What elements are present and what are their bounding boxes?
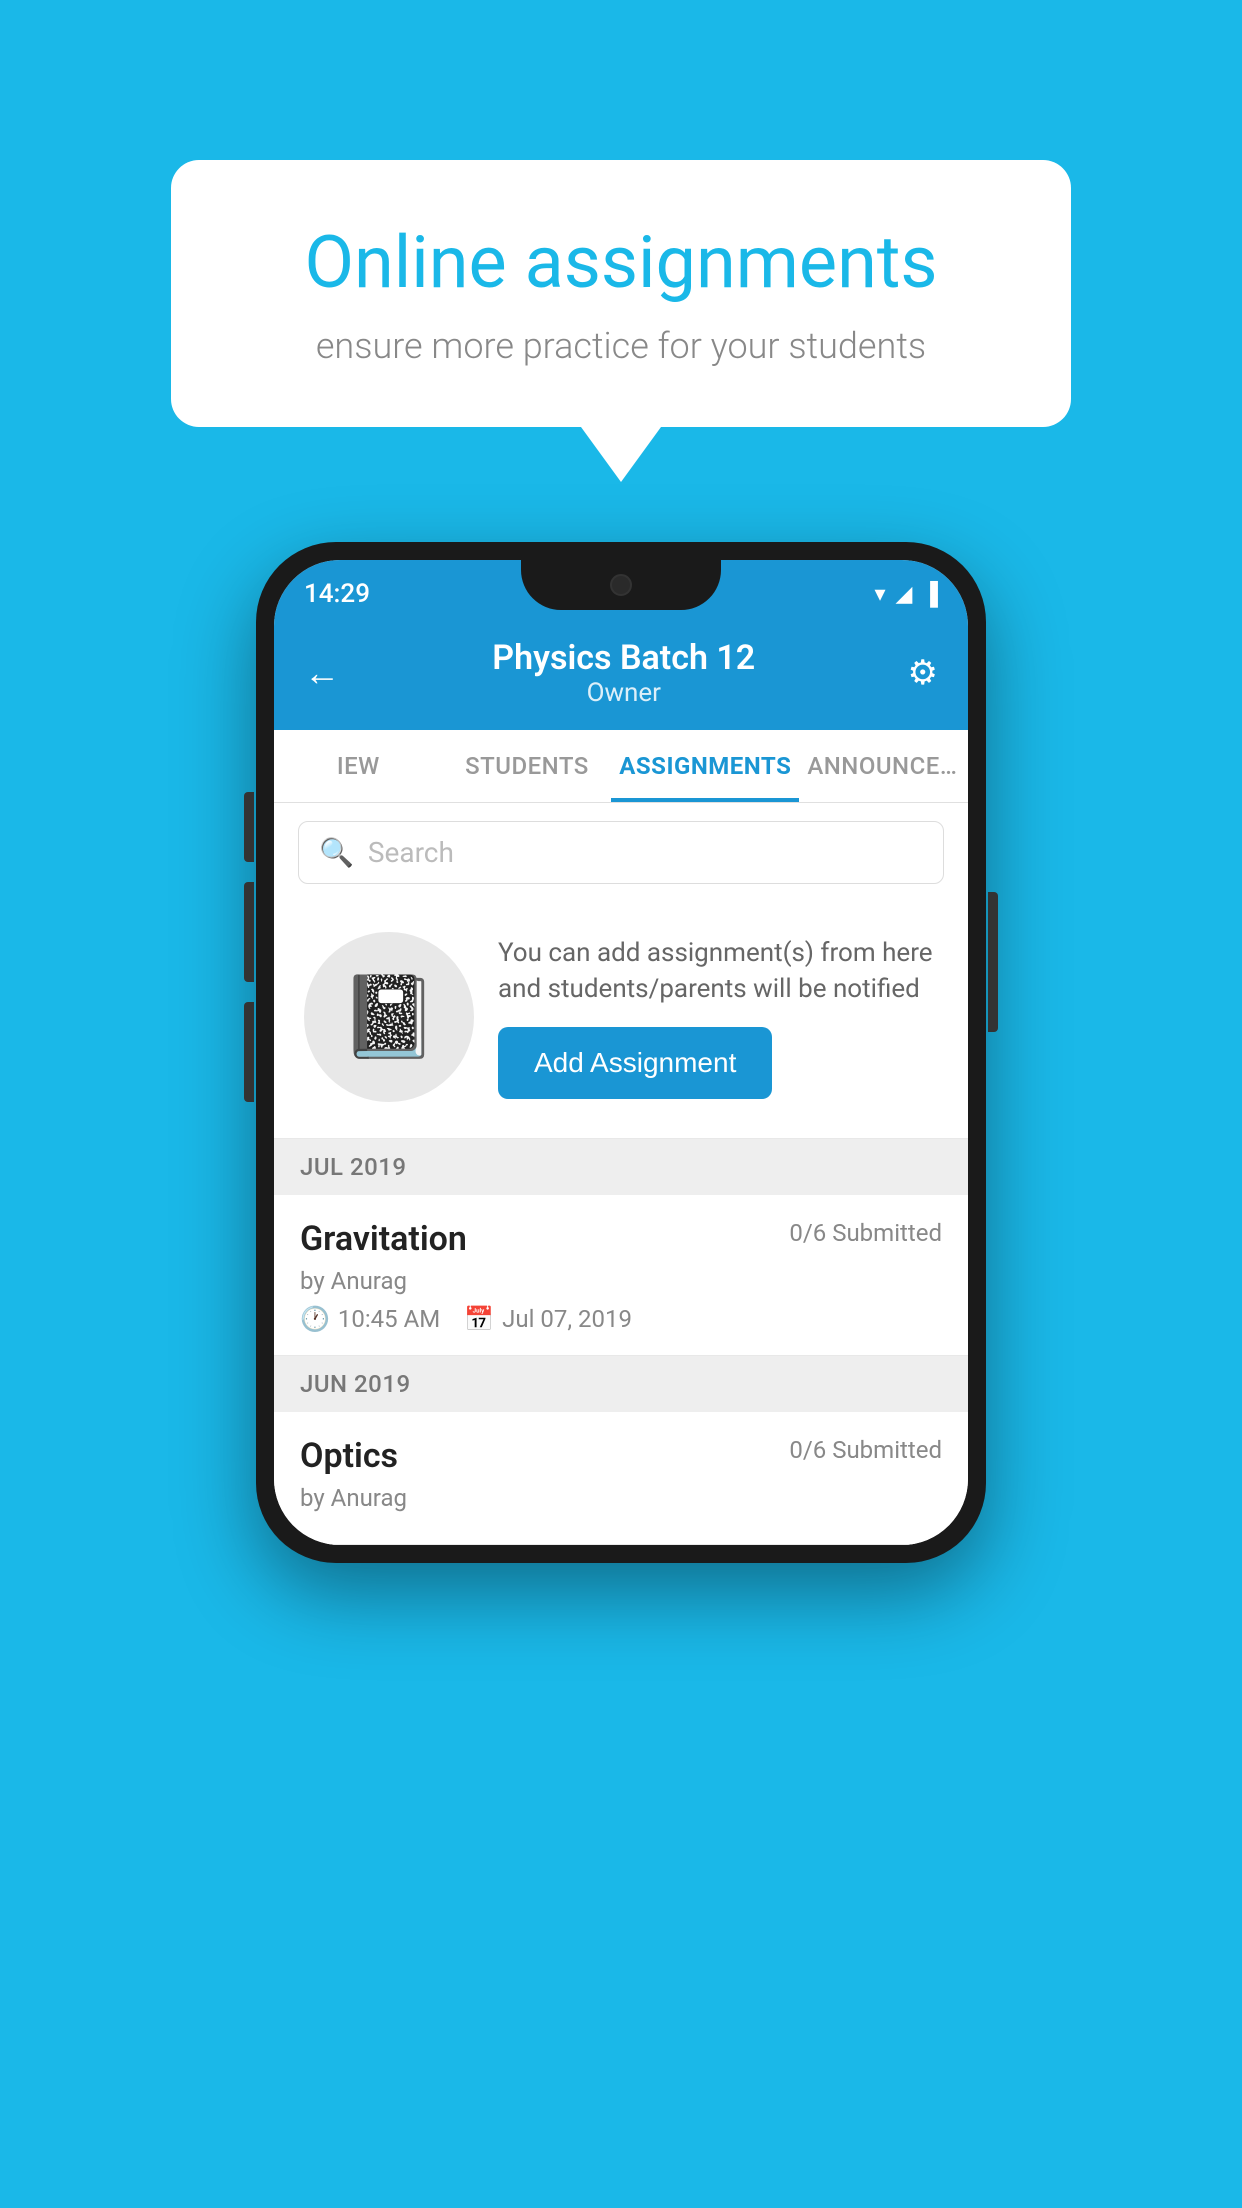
promo-icon-circle: 📓 <box>304 932 474 1102</box>
assignment-optics-submitted: 0/6 Submitted <box>789 1436 942 1464</box>
promo-content: You can add assignment(s) from here and … <box>498 935 938 1100</box>
tab-announcements[interactable]: ANNOUNCEM… <box>799 730 968 802</box>
silent-button <box>244 1002 254 1102</box>
speech-bubble-tail <box>581 427 661 482</box>
add-assignment-button[interactable]: Add Assignment <box>498 1027 772 1099</box>
app-header: ← Physics Batch 12 Owner ⚙ <box>274 620 968 730</box>
tabs-bar: IEW STUDENTS ASSIGNMENTS ANNOUNCEM… <box>274 730 968 803</box>
speech-bubble-subtitle: ensure more practice for your students <box>241 325 1001 367</box>
header-center: Physics Batch 12 Owner <box>492 638 755 708</box>
assignment-optics-name: Optics <box>300 1436 398 1476</box>
volume-up-button <box>244 792 254 862</box>
status-time: 14:29 <box>304 579 370 609</box>
phone-screen: 14:29 ▾ ◢ ▐ ← Physics Batch 12 Owner ⚙ <box>274 560 968 1545</box>
power-button <box>988 892 998 1032</box>
assignment-time: 🕐 10:45 AM <box>300 1305 440 1333</box>
phone-notch <box>521 560 721 610</box>
add-assignment-promo: 📓 You can add assignment(s) from here an… <box>274 902 968 1139</box>
assignment-optics[interactable]: Optics 0/6 Submitted by Anurag <box>274 1412 968 1545</box>
battery-icon: ▐ <box>922 581 938 607</box>
header-subtitle: Owner <box>492 678 755 708</box>
assignment-top: Gravitation 0/6 Submitted <box>300 1219 942 1259</box>
front-camera <box>610 574 632 596</box>
assignment-meta: 🕐 10:45 AM 📅 Jul 07, 2019 <box>300 1305 942 1333</box>
search-bar[interactable]: 🔍 Search <box>298 821 944 884</box>
tab-students[interactable]: STUDENTS <box>443 730 612 802</box>
assignment-name: Gravitation <box>300 1219 467 1259</box>
tab-assignments[interactable]: ASSIGNMENTS <box>611 730 799 802</box>
search-container: 🔍 Search <box>274 803 968 902</box>
calendar-icon: 📅 <box>464 1305 494 1333</box>
notebook-icon: 📓 <box>339 970 439 1064</box>
back-button[interactable]: ← <box>304 652 340 694</box>
clock-icon: 🕐 <box>300 1305 330 1333</box>
promo-text: You can add assignment(s) from here and … <box>498 935 938 1008</box>
phone-device: 14:29 ▾ ◢ ▐ ← Physics Batch 12 Owner ⚙ <box>256 542 986 1563</box>
phone-frame: 14:29 ▾ ◢ ▐ ← Physics Batch 12 Owner ⚙ <box>256 542 986 1563</box>
section-jul-2019: JUL 2019 <box>274 1139 968 1195</box>
speech-bubble: Online assignments ensure more practice … <box>171 160 1071 427</box>
search-icon: 🔍 <box>319 836 354 869</box>
speech-bubble-container: Online assignments ensure more practice … <box>171 160 1071 482</box>
settings-button[interactable]: ⚙ <box>908 653 938 693</box>
wifi-icon: ▾ <box>874 582 885 607</box>
speech-bubble-title: Online assignments <box>241 220 1001 305</box>
status-icons: ▾ ◢ ▐ <box>874 581 938 607</box>
header-title: Physics Batch 12 <box>492 638 755 678</box>
volume-down-button <box>244 882 254 982</box>
signal-icon: ◢ <box>895 582 912 607</box>
assignment-gravitation[interactable]: Gravitation 0/6 Submitted by Anurag 🕐 10… <box>274 1195 968 1356</box>
assignment-optics-top: Optics 0/6 Submitted <box>300 1436 942 1476</box>
section-jun-2019: JUN 2019 <box>274 1356 968 1412</box>
assignment-date: 📅 Jul 07, 2019 <box>464 1305 632 1333</box>
assignment-submitted: 0/6 Submitted <box>789 1219 942 1247</box>
assignment-by: by Anurag <box>300 1267 942 1295</box>
tab-iew[interactable]: IEW <box>274 730 443 802</box>
assignment-optics-by: by Anurag <box>300 1484 942 1512</box>
search-placeholder: Search <box>368 836 454 869</box>
